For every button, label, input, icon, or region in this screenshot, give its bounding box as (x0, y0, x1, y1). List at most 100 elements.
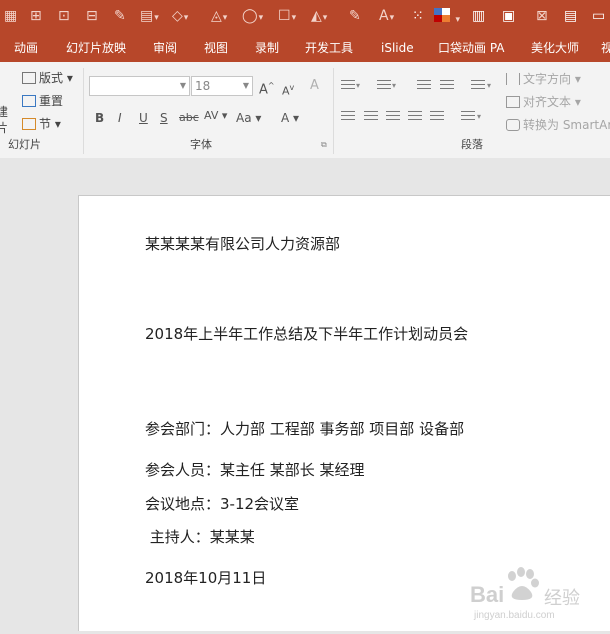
attendees-line[interactable]: 参会人员：某主任 某部长 某经理 (145, 460, 365, 480)
divider (333, 68, 334, 154)
ribbon: 建 片 版式 ▾ 重置 节 ▾ 幻灯片 ▼ 18 ▼ A^ Av A B I U… (0, 62, 610, 159)
host-line[interactable]: 主持人：某某某 (145, 527, 255, 547)
change-case-label: Aa (236, 111, 252, 125)
canvas-background (0, 158, 610, 195)
paste-icon[interactable]: ▤ (140, 8, 159, 26)
paint-icon[interactable]: ⊟ (86, 8, 98, 24)
chevron-down-icon: ▾ (392, 81, 397, 90)
reset-button[interactable]: 重置 (22, 93, 63, 109)
font-color-icon[interactable]: A (379, 8, 394, 26)
clear-format-button[interactable]: A (310, 78, 319, 94)
char-spacing-button[interactable]: AV ▾ (204, 108, 227, 124)
convert-smartart-label: 转换为 SmartArt (523, 118, 610, 132)
font-name-combo[interactable]: ▼ (89, 76, 190, 96)
quick-access-toolbar: ▦ ⊞ ⊡ ⊟ ✎ ▤ ◇ ◬ ◯ ☐ ◭ ✎ A ⁙ ▥ ▣ ⊠ ▤ ▭ (0, 0, 610, 34)
grow-font-label: A (259, 82, 268, 98)
underline-button[interactable]: U (139, 110, 148, 126)
convert-smartart-button[interactable]: 转换为 SmartArt (506, 117, 610, 133)
pen-icon[interactable]: ✎ (114, 8, 126, 24)
format-painter-icon[interactable]: ⊞ (30, 8, 42, 24)
shrink-font-label: A (282, 84, 290, 98)
decrease-indent-icon[interactable] (417, 80, 431, 92)
new-slide-label[interactable]: 建 (0, 104, 8, 120)
new-slide-label-2[interactable]: 片 (0, 120, 8, 136)
effects-icon[interactable]: ◭ (311, 8, 327, 26)
change-case-button[interactable]: Aa ▾ (236, 110, 261, 126)
company-name[interactable]: 某某某某有限公司人力资源部 (145, 234, 340, 254)
watermark-brand: Bai (470, 582, 505, 607)
smartart-icon (506, 119, 520, 131)
font-size-combo[interactable]: 18 ▼ (191, 76, 253, 96)
watermark-brand-cn: 经验 (544, 588, 580, 609)
clear-format-label: A (310, 78, 319, 93)
bold-button[interactable]: B (95, 110, 104, 126)
tab-islide[interactable]: iSlide (381, 34, 414, 62)
align-right-icon[interactable] (386, 111, 400, 123)
shadow-button[interactable]: S (160, 110, 168, 126)
layout-button[interactable]: 版式 ▾ (22, 70, 73, 86)
chevron-down-icon: ▾ (356, 81, 361, 90)
ribbon-tabs: 动画 幻灯片放映 审阅 视图 录制 开发工具 iSlide 口袋动画 PA 美化… (0, 34, 610, 62)
layout-icon (22, 72, 36, 84)
chevron-down-icon: ▾ (477, 112, 482, 121)
char-spacing-label: AV (204, 109, 219, 122)
section-button[interactable]: 节 ▾ (22, 116, 61, 132)
reset-icon (22, 95, 36, 107)
meeting-title[interactable]: 2018年上半年工作总结及下半年工作计划动员会 (145, 324, 468, 344)
section-icon (22, 118, 36, 130)
section-label: 节 (39, 117, 52, 131)
edit-icon[interactable]: ☐ (278, 8, 296, 26)
paragraph-group-label: 段落 (461, 138, 483, 151)
location-line[interactable]: 会议地点：3-12会议室 (145, 494, 299, 514)
align-text-button[interactable]: 对齐文本 ▾ (506, 94, 581, 110)
tab-record[interactable]: 录制 (255, 34, 279, 62)
text-direction-button[interactable]: 文字方向 ▾ (506, 71, 581, 87)
shape-icon[interactable]: ◇ (172, 8, 188, 26)
tab-review[interactable]: 审阅 (153, 34, 177, 62)
tab-beautify[interactable]: 美化大师 (531, 34, 579, 62)
grid-icon[interactable]: ▦ (4, 8, 17, 24)
baidu-watermark: Bai 经验 jingyan.baidu.com (464, 564, 610, 630)
card-icon[interactable]: ▭ (592, 8, 605, 24)
pencil-icon[interactable]: ✎ (349, 8, 361, 24)
distribute-icon[interactable] (430, 111, 444, 123)
tab-view-more[interactable]: 视 (601, 34, 610, 62)
text-box-icon[interactable]: ⊠ (536, 8, 548, 24)
watermark-url: jingyan.baidu.com (474, 610, 555, 621)
date-line[interactable]: 2018年10月11日 (145, 568, 266, 588)
justify-icon[interactable] (408, 111, 422, 123)
slides-group-label: 幻灯片 (8, 138, 41, 151)
tab-pocket-animation[interactable]: 口袋动画 PA (438, 34, 505, 62)
strikethrough-button[interactable]: abc (179, 110, 199, 126)
image-icon[interactable]: ▣ (502, 8, 515, 24)
font-color-button[interactable]: A ▾ (281, 110, 299, 126)
text-direction-label: 文字方向 (523, 72, 572, 86)
layout-icon[interactable]: ▥ (472, 8, 485, 24)
theme-colors-icon[interactable] (434, 8, 460, 28)
dialog-launcher-icon[interactable]: ⧉ (321, 138, 327, 152)
align-center-icon[interactable] (364, 111, 378, 123)
tab-animation[interactable]: 动画 (14, 34, 38, 62)
fill-color-icon[interactable]: ◬ (211, 8, 227, 26)
shape-outline-icon[interactable]: ◯ (242, 8, 263, 26)
align-text-label: 对齐文本 (523, 95, 572, 109)
grid-dots-icon[interactable]: ⁙ (412, 8, 424, 24)
italic-button[interactable]: I (118, 110, 122, 126)
numbering-icon[interactable] (377, 80, 391, 92)
tab-slideshow[interactable]: 幻灯片放映 (66, 34, 126, 62)
shrink-font-button[interactable]: Av (282, 80, 294, 100)
slide-icon[interactable]: ▤ (564, 8, 577, 24)
increase-indent-icon[interactable] (440, 80, 454, 92)
chevron-down-icon: ▾ (487, 81, 492, 90)
font-color-label: A (281, 111, 290, 125)
line-spacing-icon[interactable] (471, 80, 485, 92)
divider (83, 68, 84, 154)
tab-view[interactable]: 视图 (204, 34, 228, 62)
tab-developer[interactable]: 开发工具 (305, 34, 353, 62)
bullets-icon[interactable] (341, 80, 355, 92)
select-icon[interactable]: ⊡ (58, 8, 70, 24)
departments-line[interactable]: 参会部门：人力部 工程部 事务部 项目部 设备部 (145, 419, 464, 439)
grow-font-button[interactable]: A^ (259, 78, 275, 98)
columns-icon[interactable] (461, 111, 475, 123)
align-left-icon[interactable] (341, 111, 355, 123)
